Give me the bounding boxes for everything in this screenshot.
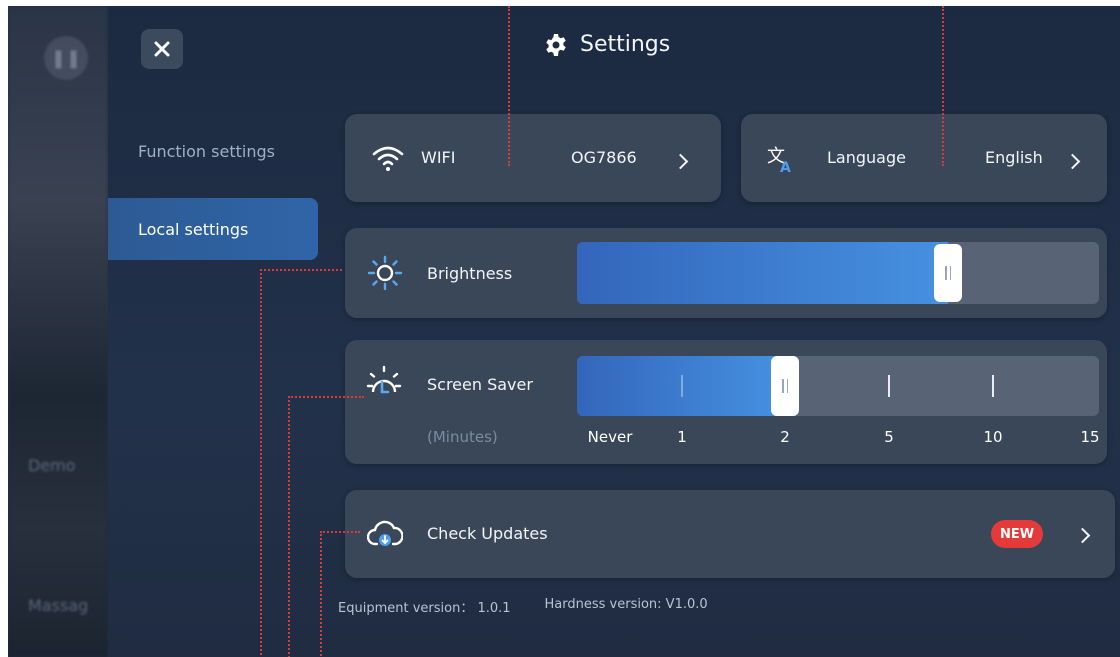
version-info: Equipment version： 1.0.1 Hardness versio… [338, 597, 708, 616]
translate-icon: 文 A [767, 146, 791, 174]
sidebar-item-label: Function settings [138, 141, 275, 161]
language-card[interactable]: 文 A Language English [741, 114, 1107, 202]
screen-saver-options: Never 1 2 5 10 15 [345, 340, 1107, 464]
close-button[interactable] [141, 29, 183, 69]
annotation-line [942, 6, 944, 166]
brightness-slider[interactable] [577, 242, 1099, 304]
sidebar-item-function-settings[interactable]: Function settings [108, 122, 318, 180]
screen-saver-option-label[interactable]: 5 [884, 428, 894, 446]
close-icon [154, 41, 170, 57]
chevron-right-icon [1074, 527, 1091, 544]
annotation-line [508, 6, 510, 166]
screen-saver-option-label[interactable]: 1 [677, 428, 687, 446]
background-left-panel [8, 6, 108, 657]
screen: ❚❚ Demo Massag Settings Function setting… [8, 6, 1120, 657]
cloud-download-icon [367, 520, 403, 546]
screen-saver-option-label[interactable]: 10 [983, 428, 1002, 446]
chevron-right-icon [1064, 153, 1081, 170]
page-header: Settings [544, 32, 670, 57]
language-value: English [985, 148, 1043, 167]
annotation-line [260, 269, 262, 657]
check-updates-label: Check Updates [427, 524, 548, 543]
svg-text:A: A [780, 160, 791, 174]
brightness-slider-fill [577, 242, 948, 304]
wifi-icon [372, 146, 404, 171]
sidebar-item-local-settings[interactable]: Local settings [108, 198, 318, 260]
brightness-card: Brightness [345, 228, 1107, 318]
annotation-line [288, 396, 290, 657]
sun-icon [367, 255, 403, 291]
annotation-line [288, 396, 364, 398]
gear-icon [546, 33, 566, 56]
annotation-line [320, 531, 360, 533]
screen-saver-option-label[interactable]: Never [588, 428, 633, 446]
background-demo-label: Demo [28, 456, 76, 475]
background-massage-label: Massag [28, 596, 89, 615]
equipment-version: Equipment version： 1.0.1 [338, 601, 511, 616]
language-label: Language [827, 148, 906, 167]
screen-saver-card: Screen Saver (Minutes) Never 1 2 5 10 15 [345, 340, 1107, 464]
wifi-value: OG7866 [571, 148, 637, 167]
pause-icon: ❚❚ [44, 36, 88, 80]
annotation-line [260, 269, 342, 271]
sidebar-item-label: Local settings [138, 220, 249, 239]
chevron-right-icon [672, 153, 689, 170]
screen-saver-option-label[interactable]: 2 [780, 428, 790, 446]
wifi-label: WIFI [421, 148, 456, 167]
page-title: Settings [580, 32, 671, 57]
screen-saver-option-label[interactable]: 15 [1080, 428, 1099, 446]
wifi-card[interactable]: WIFI OG7866 [345, 114, 721, 202]
hardness-version: Hardness version: V1.0.0 [544, 597, 708, 612]
new-badge: NEW [991, 520, 1043, 548]
check-updates-card[interactable]: Check Updates NEW [345, 490, 1115, 578]
brightness-slider-thumb[interactable] [934, 244, 962, 302]
annotation-line [320, 531, 322, 657]
brightness-label: Brightness [427, 264, 513, 283]
